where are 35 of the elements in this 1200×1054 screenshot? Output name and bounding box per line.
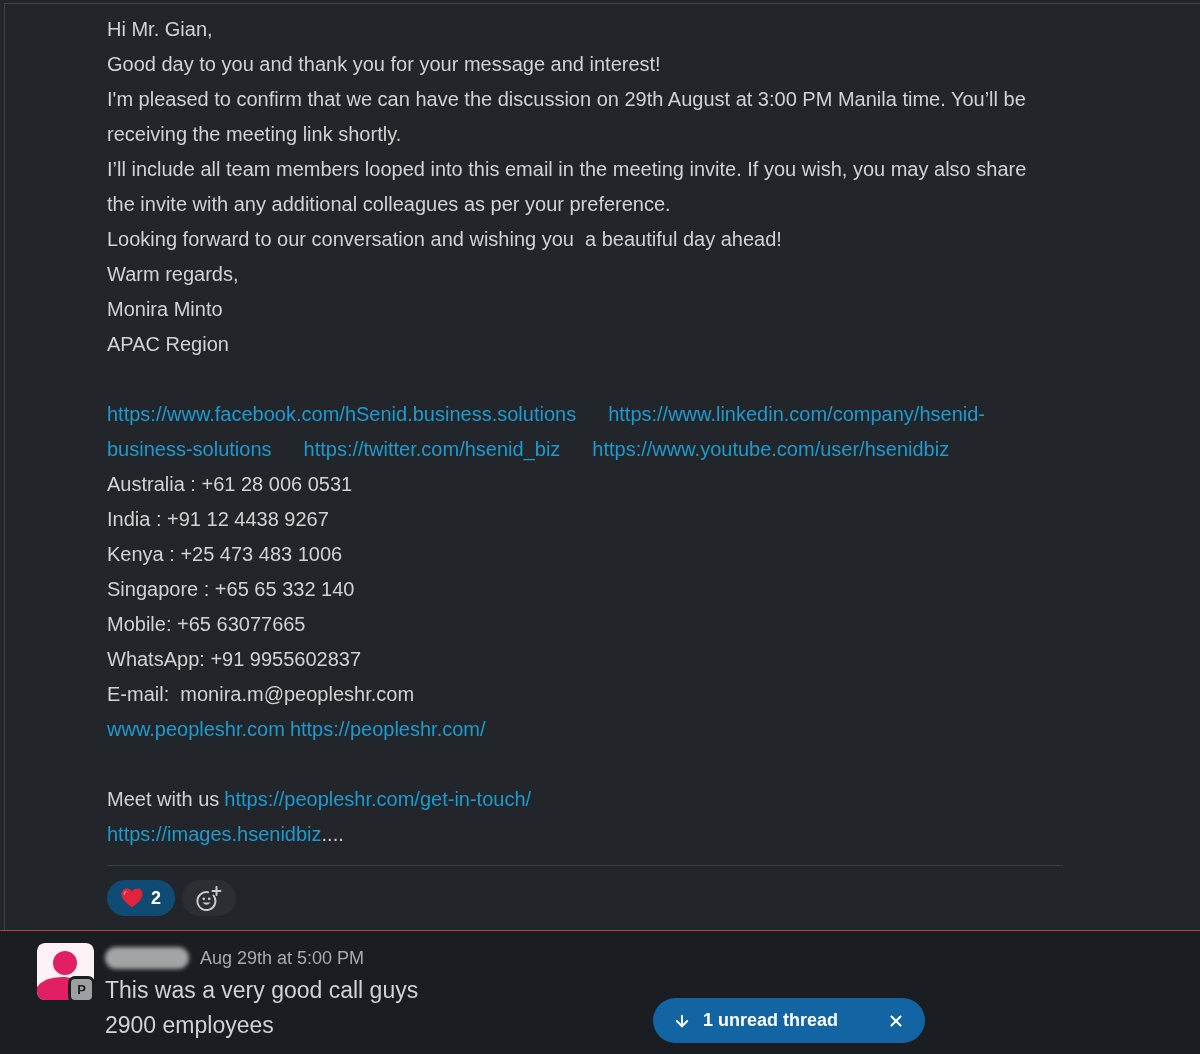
message-text: This was a very good call guys bbox=[105, 976, 419, 1005]
link[interactable]: business-solutions bbox=[107, 432, 272, 467]
initial-badge: P bbox=[68, 976, 95, 1003]
add-reaction-button[interactable] bbox=[182, 880, 236, 916]
message-paragraph: Mobile: +65 63077665 bbox=[107, 612, 307, 637]
link[interactable]: https://www.linkedin.com/company/hsenid- bbox=[608, 397, 985, 432]
message-paragraph: Good day to you and thank you for your message and interest! bbox=[107, 52, 662, 77]
message-paragraph: Australia : +61 28 006 0531 bbox=[107, 472, 354, 497]
message-paragraph: WhatsApp: +91 9955602837 bbox=[107, 647, 363, 672]
message-paragraph: Hi Mr. Gian, bbox=[107, 17, 214, 42]
ellipsis-text: .... bbox=[321, 822, 344, 847]
add-emoji-icon bbox=[196, 885, 222, 911]
jump-to-unread-button[interactable]: 1 unread thread bbox=[673, 1007, 839, 1034]
message-paragraph: Kenya : +25 473 483 1006 bbox=[107, 542, 344, 567]
link[interactable]: https://www.youtube.com/user/hsenidbiz bbox=[592, 432, 950, 467]
message-paragraph: Singapore : +65 65 332 140 bbox=[107, 577, 356, 602]
message-paragraph: India : +91 12 4438 9267 bbox=[107, 507, 330, 532]
message-text: 2900 employees bbox=[105, 1011, 275, 1040]
link-label: Meet with us bbox=[107, 787, 220, 812]
message-paragraph: Looking forward to our conversation and wishing you a beautiful day ahead! bbox=[107, 227, 783, 252]
message-paragraph: Warm regards, bbox=[107, 262, 240, 287]
message-paragraph: APAC Region bbox=[107, 332, 230, 357]
reaction-button[interactable]: 2 bbox=[107, 880, 175, 916]
heart-icon bbox=[121, 888, 143, 908]
link[interactable]: https://twitter.com/hsenid_biz bbox=[303, 432, 561, 467]
message-timestamp: Aug 29th at 5:00 PM bbox=[200, 946, 365, 970]
message-paragraph: Monira Minto bbox=[107, 297, 224, 322]
link[interactable]: https://www.facebook.com/hSenid.business.solutions bbox=[107, 397, 577, 432]
message-paragraph: I’ll include all team members looped into this email in the meeting invite. If you wish, you may also share the invite with any additional colleagues as per your preference. bbox=[107, 157, 1028, 217]
link[interactable]: https://peopleshr.com/get-in-touch/ bbox=[224, 782, 532, 817]
link[interactable]: www.peopleshr.com bbox=[107, 712, 285, 747]
message-paragraph: I'm pleased to confirm that we can have the discussion on 29th August at 3:00 PM Manila time. You’ll be receiving the meeting link shortly. bbox=[107, 87, 1027, 147]
link[interactable]: https://images.hsenidbiz bbox=[107, 817, 322, 852]
link[interactable]: https://peopleshr.com/ bbox=[289, 712, 486, 747]
message-paragraph: E-mail: monira.m@peopleshr.com bbox=[107, 682, 416, 707]
